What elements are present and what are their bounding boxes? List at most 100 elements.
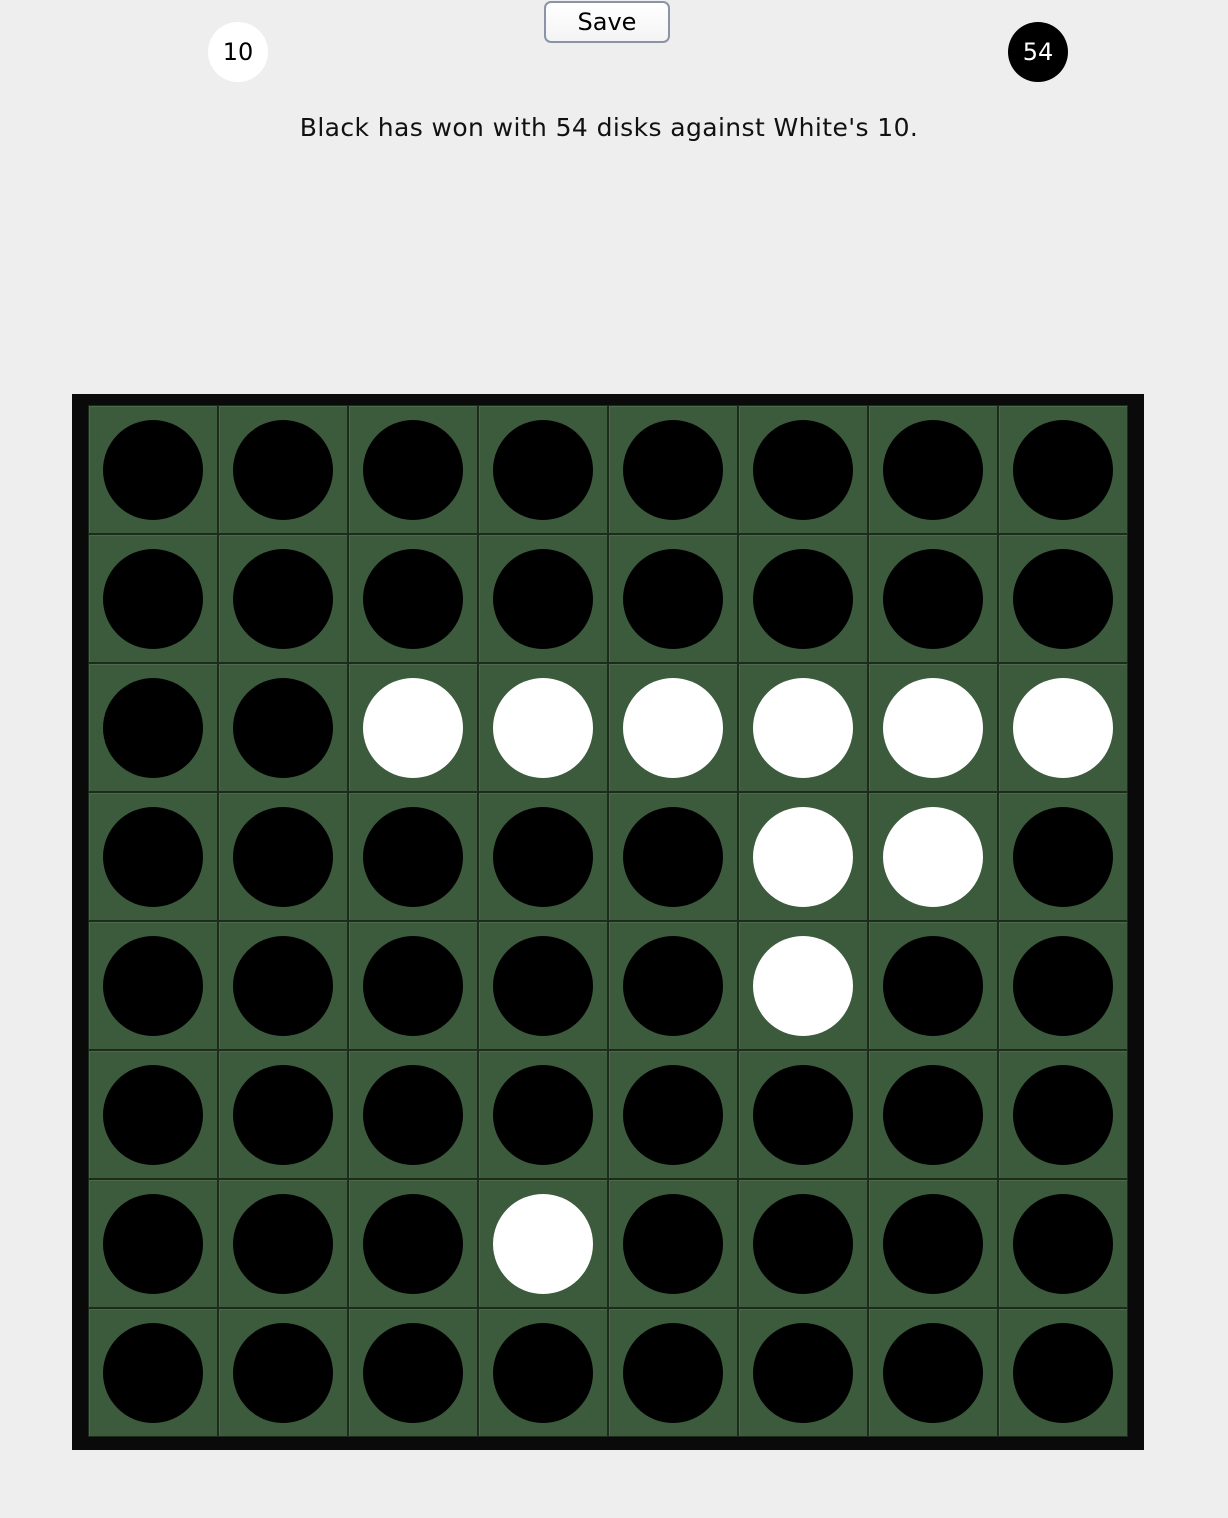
board-cell[interactable] [218,405,348,534]
board-cell[interactable] [348,1050,478,1179]
board-cell[interactable] [218,534,348,663]
board-cell[interactable] [88,534,218,663]
black-disk [493,1064,593,1165]
black-disk [1013,935,1113,1036]
black-disk [623,1193,723,1294]
board-cell[interactable] [348,1308,478,1437]
white-score-value: 10 [222,38,254,66]
board-cell[interactable] [738,663,868,792]
black-disk [1013,548,1113,649]
board-cell[interactable] [218,663,348,792]
board-cell[interactable] [608,405,738,534]
board-cell[interactable] [218,792,348,921]
board-cell[interactable] [478,663,608,792]
white-score-disk: 10 [208,22,268,82]
board-cell[interactable] [998,663,1128,792]
black-disk [233,935,333,1036]
board-cell[interactable] [608,921,738,1050]
black-disk [103,935,203,1036]
board-cell[interactable] [738,921,868,1050]
board-cell[interactable] [88,921,218,1050]
white-disk [363,677,463,778]
black-disk [753,1064,853,1165]
white-disk [493,1193,593,1294]
black-disk [883,419,983,520]
white-disk [883,677,983,778]
board-cell[interactable] [348,405,478,534]
board-cell[interactable] [868,663,998,792]
board-cell[interactable] [88,405,218,534]
board-cell[interactable] [608,534,738,663]
board-cell[interactable] [88,1050,218,1179]
board-cell[interactable] [348,921,478,1050]
black-disk [363,806,463,907]
board-cell[interactable] [478,792,608,921]
black-disk [1013,419,1113,520]
board-cell[interactable] [868,921,998,1050]
white-disk [753,806,853,907]
board-cell[interactable] [868,792,998,921]
board-cell[interactable] [998,405,1128,534]
black-disk [753,419,853,520]
black-disk [623,806,723,907]
board-cell[interactable] [738,405,868,534]
board-cell[interactable] [998,1308,1128,1437]
board-cell[interactable] [738,1050,868,1179]
board-cell[interactable] [608,1050,738,1179]
board-cell[interactable] [478,921,608,1050]
board-cell[interactable] [738,1179,868,1308]
board-cell[interactable] [868,1179,998,1308]
board-cell[interactable] [348,792,478,921]
board-cell[interactable] [868,405,998,534]
board-cell[interactable] [998,792,1128,921]
black-disk [363,935,463,1036]
board-cell[interactable] [868,534,998,663]
board-cell[interactable] [218,1050,348,1179]
board-cell[interactable] [998,1179,1128,1308]
board-cell[interactable] [608,663,738,792]
black-disk [363,1064,463,1165]
board-cell[interactable] [478,1179,608,1308]
black-disk [233,548,333,649]
black-disk [623,1322,723,1423]
board-cell[interactable] [348,663,478,792]
board-cell[interactable] [88,663,218,792]
board-cell[interactable] [738,1308,868,1437]
black-disk [103,677,203,778]
board-cell[interactable] [738,792,868,921]
board-cell[interactable] [348,534,478,663]
board-cell[interactable] [478,1308,608,1437]
board-cell[interactable] [608,792,738,921]
board-cell[interactable] [478,534,608,663]
board-cell[interactable] [998,1050,1128,1179]
black-score-disk: 54 [1008,22,1068,82]
board-cell[interactable] [608,1179,738,1308]
board-cell[interactable] [88,1308,218,1437]
board-cell[interactable] [478,1050,608,1179]
save-button[interactable]: Save [544,1,670,43]
black-disk [623,935,723,1036]
black-disk [493,935,593,1036]
black-disk [233,1064,333,1165]
board-cell[interactable] [478,405,608,534]
black-disk [103,1322,203,1423]
board-cell[interactable] [348,1179,478,1308]
black-disk [363,1193,463,1294]
board-cell[interactable] [868,1050,998,1179]
board-cell[interactable] [218,1179,348,1308]
black-disk [233,1193,333,1294]
board-cell[interactable] [88,1179,218,1308]
board-cell[interactable] [998,921,1128,1050]
board-cell[interactable] [88,792,218,921]
board-cell[interactable] [868,1308,998,1437]
black-disk [493,1322,593,1423]
board-cell[interactable] [218,921,348,1050]
black-disk [233,806,333,907]
board-cell[interactable] [738,534,868,663]
board-cell[interactable] [218,1308,348,1437]
board-cell[interactable] [608,1308,738,1437]
black-disk [103,1193,203,1294]
board-cell[interactable] [998,534,1128,663]
white-disk [493,677,593,778]
black-disk [233,677,333,778]
